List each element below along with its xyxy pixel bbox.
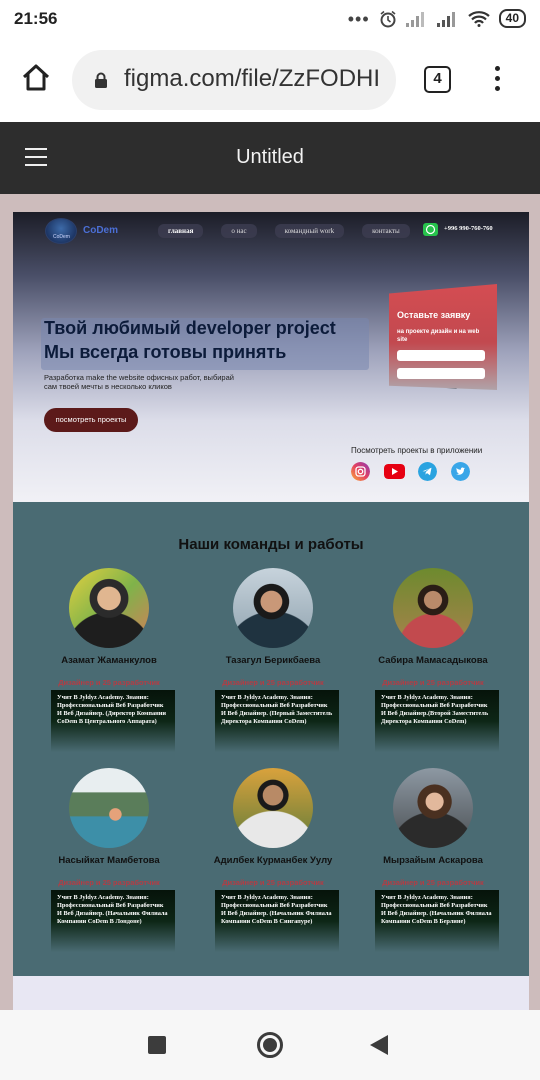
instagram-icon[interactable] (351, 462, 370, 481)
tabs-button[interactable]: 4 (424, 66, 451, 93)
member-bio: Учит В Jyldyz Academy. Знания: Профессио… (215, 890, 339, 952)
member-name: Сабира Мамасадыкова (378, 655, 488, 666)
member-avatar (69, 768, 149, 848)
member-bio: Учит В Jyldyz Academy. Знания: Профессио… (375, 690, 499, 752)
logo-text: CoDem (83, 225, 119, 236)
headline-line-2: Мы всегда готовы принять (44, 342, 287, 362)
telegram-icon[interactable] (418, 462, 437, 481)
member-bio-text: Учит В Jyldyz Academy. Знания: Профессио… (381, 694, 489, 725)
signal-icon-2 (436, 11, 455, 27)
status-time: 21:56 (14, 9, 58, 28)
form-title: Оставьте заявку (397, 310, 471, 320)
member-name: Насыйкат Мамбетова (58, 855, 160, 866)
footer-strip (13, 976, 529, 1010)
member-name: Тазагул Берикбаева (225, 655, 321, 666)
view-projects-button[interactable]: посмотреть проекты (44, 408, 138, 432)
member-bio-text: Учит В Jyldyz Academy. Знания: Профессио… (381, 894, 492, 925)
address-bar[interactable]: figma.com/file/ZzFODHI (72, 50, 396, 110)
youtube-icon[interactable] (384, 464, 405, 479)
member-name: Азамат Жаманкулов (61, 655, 157, 666)
team-title: Наши команды и работы (178, 536, 364, 553)
apps-prompt: Посмотреть проекты в приложении (351, 446, 483, 455)
site-nav: главная о нас командный work контакты (158, 224, 410, 238)
member-avatar (393, 768, 473, 848)
hero-description: Разработка make the website офисных рабо… (44, 373, 234, 391)
back-icon[interactable] (370, 1035, 388, 1055)
alarm-icon (380, 10, 396, 27)
url-text: figma.com/file/ZzFODHI (124, 65, 381, 92)
headline-line-1: Твой любимый developer project (44, 318, 336, 338)
hero-section: CoDem CoDem главная о нас командный work… (13, 212, 529, 502)
member-bio-text: Учит В Jyldyz Academy. Знания: Профессио… (221, 694, 333, 725)
home-icon[interactable] (20, 62, 52, 94)
lock-icon (95, 72, 107, 88)
member-bio-text: Учит В Jyldyz Academy. Знания: Профессио… (221, 894, 332, 925)
home-nav-icon[interactable] (257, 1032, 283, 1058)
form-subtitle: на проекте дизайн и на web site (397, 329, 480, 343)
twitter-icon[interactable] (451, 462, 470, 481)
whatsapp-icon[interactable] (423, 223, 438, 236)
recent-apps-icon[interactable] (148, 1036, 166, 1054)
member-role: Дизайнер и 25 разработчик (382, 878, 484, 887)
team-section: Наши команды и работы Азамат Жаманкулов … (13, 502, 529, 976)
nav-item-team[interactable]: командный work (274, 224, 345, 238)
more-notifications-icon: ••• (347, 8, 370, 29)
form-submit-button[interactable]: отправить заявку (423, 388, 457, 390)
nav-item-about[interactable]: о нас (221, 224, 257, 238)
member-role: Дизайнер и 25 разработчик (222, 678, 324, 687)
member-role: Дизайнер и 25 разработчик (382, 678, 484, 687)
member-avatar (233, 768, 313, 848)
browser-toolbar: figma.com/file/ZzFODHI 4 (0, 38, 540, 122)
member-role: Дизайнер и 25 разработчик (58, 678, 160, 687)
form-input-name[interactable] (397, 350, 485, 361)
member-bio: Учит В Jyldyz Academy. Знания: Профессио… (51, 690, 175, 752)
member-bio: Учит В Jyldyz Academy. Знания: Профессио… (215, 690, 339, 752)
overflow-menu-icon[interactable] (492, 66, 502, 94)
member-bio: Учит В Jyldyz Academy. Знания: Профессио… (51, 890, 175, 952)
figma-header: Untitled (0, 122, 540, 194)
status-icons: ••• 40 (348, 9, 526, 28)
form-input-contact[interactable] (397, 368, 485, 379)
signal-icon-1 (405, 11, 424, 27)
member-role: Дизайнер и 25 разработчик (222, 878, 324, 887)
system-navigation-bar (0, 1010, 540, 1080)
battery-indicator: 40 (498, 9, 526, 28)
logo-icon (45, 218, 77, 244)
file-title: Untitled (236, 146, 304, 168)
member-bio-text: Учит В Jyldyz Academy. Знания: Профессио… (57, 694, 166, 725)
member-avatar (233, 568, 313, 648)
logo-subtitle: CoDem (53, 234, 70, 240)
member-role: Дизайнер и 25 разработчик (58, 878, 160, 887)
request-form: Оставьте заявку на проекте дизайн и на w… (389, 284, 497, 390)
member-bio: Учит В Jyldyz Academy. Знания: Профессио… (375, 890, 499, 952)
wifi-icon (467, 10, 490, 27)
nav-item-home[interactable]: главная (158, 224, 204, 238)
nav-item-contacts[interactable]: контакты (362, 224, 410, 238)
figma-canvas[interactable]: CoDem CoDem главная о нас командный work… (0, 194, 540, 1010)
design-frame[interactable]: CoDem CoDem главная о нас командный work… (13, 212, 529, 1010)
member-name: Адилбек Курманбек Уулу (213, 855, 333, 866)
member-avatar (69, 568, 149, 648)
member-bio-text: Учит В Jyldyz Academy. Знания: Профессио… (57, 894, 168, 925)
status-bar: 21:56 ••• 40 (0, 0, 540, 38)
member-name: Мырзайым Аскарова (383, 855, 483, 866)
phone-number: +996 990-760-760 (444, 225, 493, 232)
member-avatar (393, 568, 473, 648)
